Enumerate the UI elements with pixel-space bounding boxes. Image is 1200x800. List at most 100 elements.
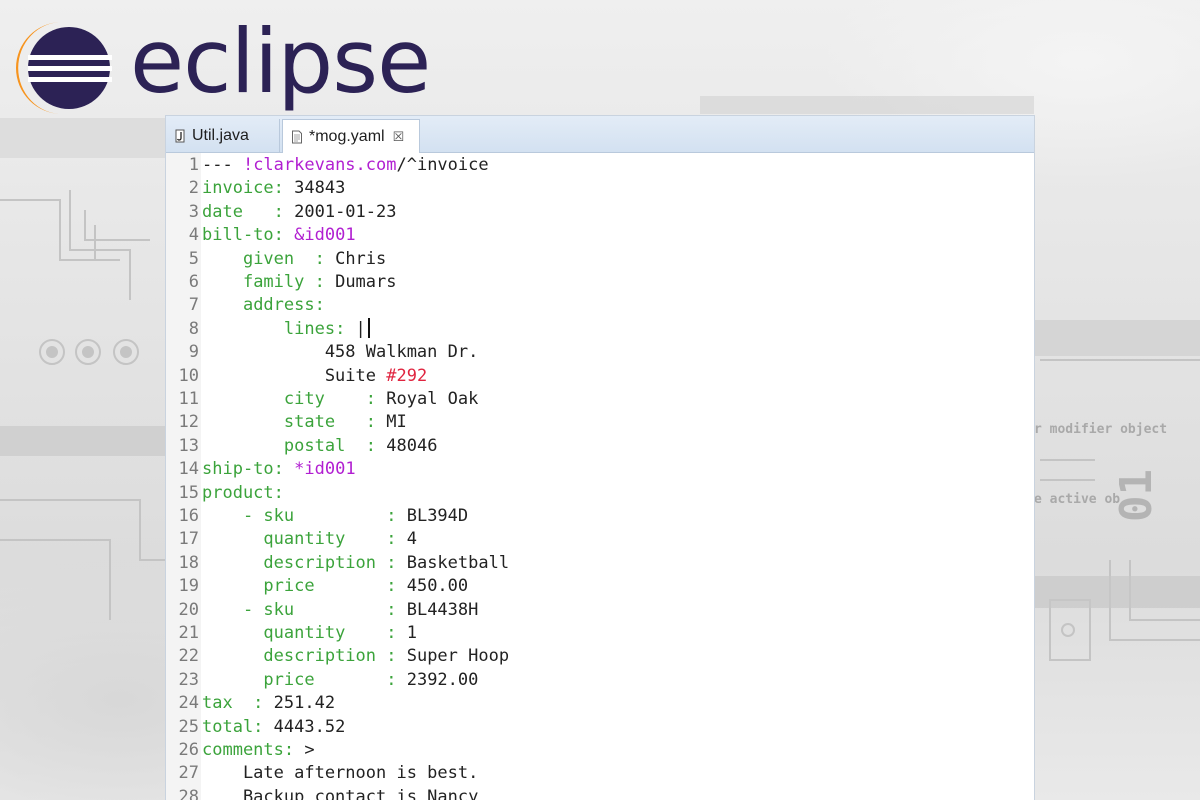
code-text: Late afternoon is best.	[202, 762, 478, 785]
code-line[interactable]: 10 Suite #292	[166, 365, 1034, 388]
code-line[interactable]: 11 city : Royal Oak	[166, 388, 1034, 411]
code-line[interactable]: 6 family : Dumars	[166, 271, 1034, 294]
code-text: total: 4443.52	[202, 716, 345, 739]
background-label-active: e active ob	[1034, 492, 1121, 507]
yaml-value	[202, 529, 263, 549]
code-line[interactable]: 5 given : Chris	[166, 248, 1034, 271]
code-line[interactable]: 22 description : Super Hoop	[166, 645, 1034, 668]
line-number: 18	[178, 552, 199, 573]
yaml-key: price :	[263, 576, 397, 597]
editor-tab-bar: Util.java *mog.yaml ☒	[166, 116, 1034, 153]
yaml-value	[202, 670, 263, 690]
yaml-key: invoice:	[202, 178, 284, 199]
yaml-value	[284, 225, 294, 245]
yaml-anchor: !clarkevans.com	[242, 155, 397, 175]
code-line[interactable]: 2 invoice: 34843	[166, 177, 1034, 200]
text-cursor	[367, 317, 370, 338]
code-text: invoice: 34843	[202, 177, 345, 200]
code-line[interactable]: 28 Backup contact is Nancy	[166, 786, 1034, 800]
background-label-modifier: r modifier object	[1034, 422, 1168, 437]
yaml-value: Basketball	[396, 552, 510, 573]
line-number: 28	[178, 786, 199, 800]
line-number: 6	[188, 272, 199, 292]
yaml-value	[202, 553, 263, 573]
yaml-key: family :	[242, 272, 325, 292]
code-line[interactable]: 23 price : 2392.00	[166, 669, 1034, 692]
code-line[interactable]: 17 quantity : 4	[166, 528, 1034, 551]
code-text: Backup contact is Nancy	[202, 786, 478, 800]
code-line[interactable]: 25 total: 4443.52	[166, 716, 1034, 739]
code-line[interactable]: 18 description : Basketball	[166, 552, 1034, 575]
code-text: comments: >	[202, 739, 315, 762]
yaml-value	[284, 459, 294, 479]
code-line[interactable]: 8 lines: |	[166, 317, 1034, 341]
tab-util-java-label: Util.java	[192, 126, 249, 144]
yaml-value: Super Hoop	[396, 646, 510, 667]
line-number: 16	[178, 506, 199, 526]
yaml-value	[202, 319, 284, 339]
code-area[interactable]: 1 --- !clarkevans.com/^invoice 2 invoice: 3…	[166, 153, 1034, 800]
line-number: 2	[188, 178, 199, 199]
yaml-key: description :	[263, 646, 397, 667]
text-file-icon	[292, 130, 302, 143]
yaml-value: >	[294, 740, 315, 760]
code-text: - sku : BL394D	[202, 505, 468, 528]
close-tab-icon[interactable]: ☒	[393, 130, 405, 143]
code-line[interactable]: 21 quantity : 1	[166, 622, 1034, 645]
code-line[interactable]: 9 458 Walkman Dr.	[166, 341, 1034, 364]
code-line[interactable]: 7 address:	[166, 294, 1034, 317]
code-text: postal : 48046	[202, 435, 438, 458]
line-number: 5	[188, 248, 199, 269]
code-line[interactable]: 19 price : 450.00	[166, 575, 1034, 598]
yaml-value: 251.42	[263, 693, 336, 714]
line-number: 26	[178, 740, 199, 760]
yaml-value: BL4438H	[396, 599, 479, 620]
yaml-value: Late afternoon is best.	[202, 763, 479, 784]
yaml-key: quantity :	[263, 529, 397, 550]
java-file-icon	[175, 129, 185, 142]
yaml-key: tax :	[202, 693, 264, 714]
tab-mog-yaml[interactable]: *mog.yaml ☒	[282, 119, 420, 153]
code-line[interactable]: 15 product:	[166, 482, 1034, 505]
yaml-value: 450.00	[396, 576, 469, 597]
code-text: --- !clarkevans.com/^invoice	[202, 154, 489, 177]
yaml-value	[202, 576, 263, 596]
yaml-value: Royal Oak	[376, 389, 479, 409]
line-number: 9	[188, 342, 199, 363]
yaml-key: - sku :	[242, 599, 397, 620]
code-line[interactable]: 14 ship-to: *id001	[166, 458, 1034, 481]
code-text: description : Basketball	[202, 552, 509, 575]
code-text: Suite #292	[202, 365, 427, 388]
code-line[interactable]: 12 state : MI	[166, 411, 1034, 434]
line-number: 15	[178, 482, 199, 503]
code-text: family : Dumars	[202, 271, 397, 294]
eclipse-wordmark: eclipse	[130, 10, 431, 113]
line-number: 22	[178, 646, 199, 667]
code-line[interactable]: 3 date : 2001-01-23	[166, 201, 1034, 224]
yaml-value: 48046	[376, 435, 438, 456]
code-line[interactable]: 26 comments: >	[166, 739, 1034, 762]
code-line[interactable]: 13 postal : 48046	[166, 435, 1034, 458]
tab-util-java[interactable]: Util.java	[166, 119, 280, 152]
yaml-value: 2001-01-23	[283, 201, 397, 222]
code-line[interactable]: 20 - sku : BL4438H	[166, 599, 1034, 622]
code-line[interactable]: 16 - sku : BL394D	[166, 505, 1034, 528]
line-number: 24	[178, 693, 199, 714]
code-text: product:	[202, 482, 284, 505]
line-number: 10	[178, 365, 199, 386]
code-line[interactable]: 4 bill-to: &id001	[166, 224, 1034, 247]
yaml-key: given :	[242, 248, 325, 269]
yaml-value: Dumars	[324, 272, 397, 292]
line-number: 20	[178, 599, 199, 620]
line-number: 21	[178, 623, 199, 643]
yaml-value: 4443.52	[263, 716, 346, 737]
yaml-value	[202, 623, 263, 643]
yaml-key: address:	[242, 295, 325, 316]
code-line[interactable]: 27 Late afternoon is best.	[166, 762, 1034, 785]
yaml-key: product:	[202, 482, 284, 503]
code-line[interactable]: 24 tax : 251.42	[166, 692, 1034, 715]
yaml-value: 458 Walkman Dr.	[202, 342, 479, 363]
code-text: price : 450.00	[202, 575, 468, 598]
code-line[interactable]: 1 --- !clarkevans.com/^invoice	[166, 154, 1034, 177]
yaml-value: Backup contact is Nancy	[202, 786, 479, 800]
